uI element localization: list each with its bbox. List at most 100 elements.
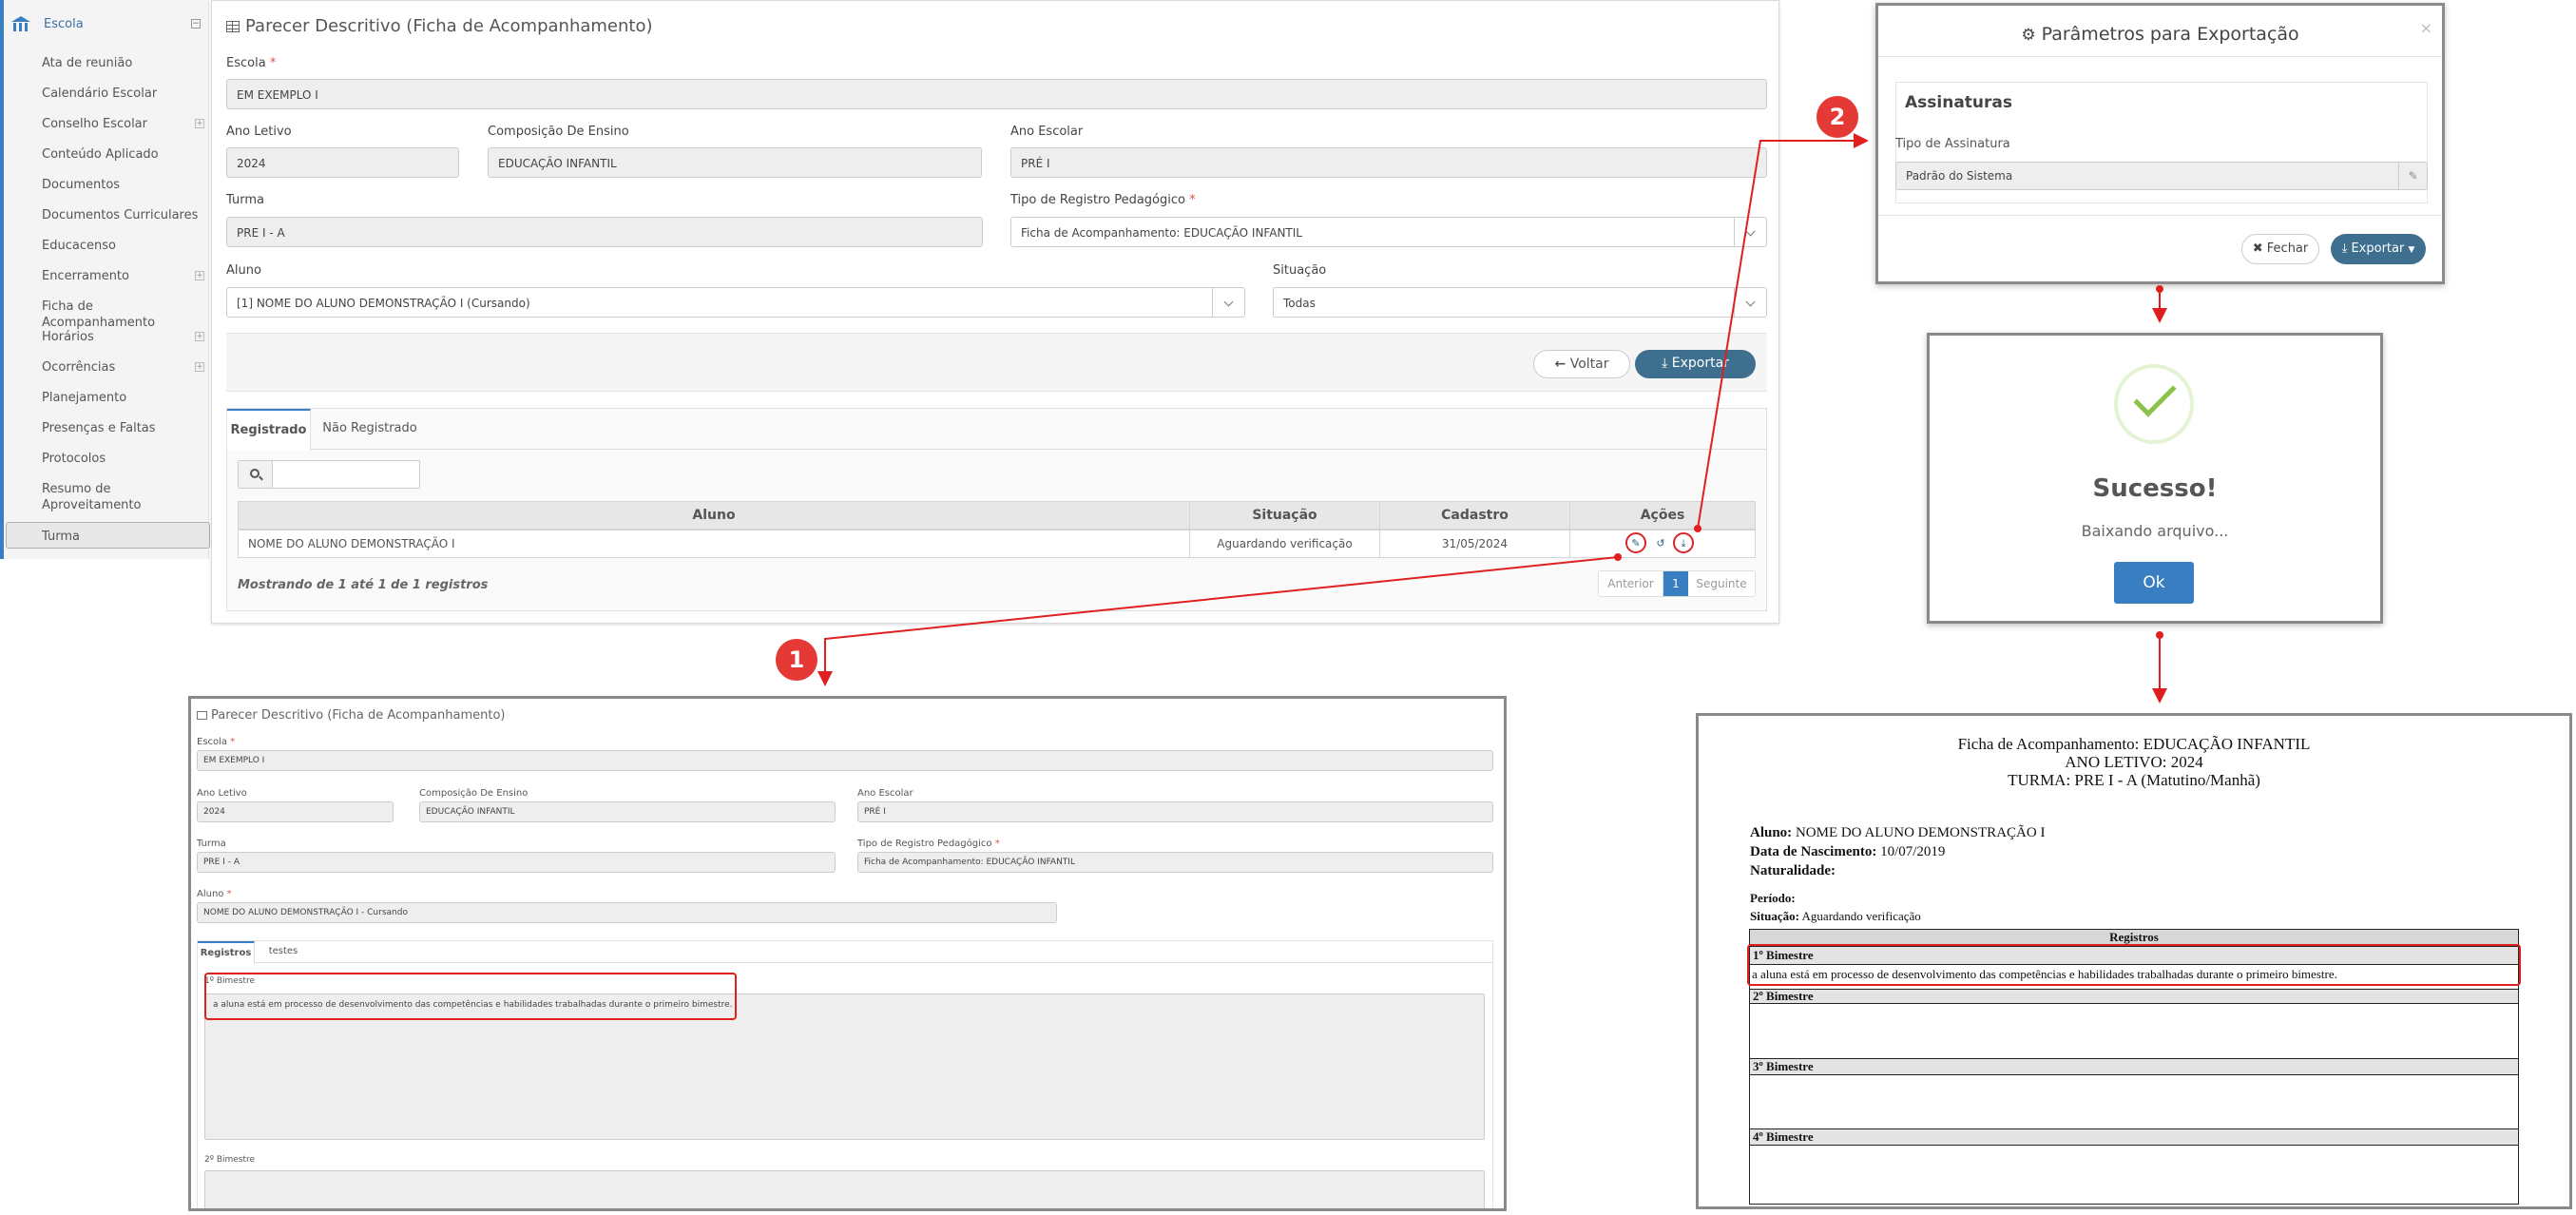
sidebar-item-label: Ata de reunião	[42, 56, 133, 70]
sidebar-item-label: Resumo de Aproveitamento	[42, 482, 142, 512]
sidebar-item-presencas-e-faltas[interactable]: Presenças e Faltas	[42, 420, 208, 436]
pdf-report: Ficha de Acompanhamento: EDUCAÇÃO INFANT…	[1696, 713, 2572, 1209]
pagination-next[interactable]: Seguinte	[1688, 571, 1755, 596]
collapse-icon[interactable]: −	[191, 19, 201, 29]
sidebar-item-educacenso[interactable]: Educacenso	[42, 238, 208, 254]
sidebar-item-conteudo-aplicado[interactable]: Conteúdo Aplicado	[42, 146, 208, 163]
voltar-button[interactable]: ← Voltar	[1533, 350, 1630, 378]
edit-icon[interactable]: ✎	[2398, 163, 2427, 189]
sidebar-item-conselho-escolar[interactable]: Conselho Escolar +	[42, 116, 208, 132]
aluno-value: [1] NOME DO ALUNO DEMONSTRAÇÃO I (Cursan…	[237, 297, 530, 310]
composicao-value: EDUCAÇÃO INFANTIL	[498, 157, 617, 170]
report-aluno-label: Aluno:	[1750, 825, 1793, 840]
modal-exportar-label: Exportar	[2351, 241, 2405, 256]
report-periodo-label: Período:	[1750, 891, 1796, 905]
detail-escola-label: Escola *	[197, 737, 236, 747]
report-nasc-value: 10/07/2019	[1880, 844, 1946, 859]
col-aluno[interactable]: Aluno	[239, 502, 1190, 529]
success-message: Baixando arquivo...	[2081, 522, 2229, 540]
exportar-label: Exportar	[1671, 356, 1729, 371]
detail-escola-field: EM EXEMPLO I	[197, 750, 1493, 771]
sidebar-item-calendario-escolar[interactable]: Calendário Escolar	[42, 86, 208, 102]
situacao-select[interactable]: Todas	[1273, 287, 1767, 318]
voltar-label: Voltar	[1569, 357, 1609, 372]
report-title: Ficha de Acompanhamento: EDUCAÇÃO INFANT…	[1699, 735, 2569, 789]
exportar-button[interactable]: ⤓ Exportar	[1635, 350, 1756, 378]
chevron-down-icon[interactable]	[1734, 218, 1766, 246]
escola-field: EM EXEMPLO I	[226, 79, 1767, 109]
sidebar-item-planejamento[interactable]: Planejamento	[42, 390, 208, 406]
sidebar-item-horarios[interactable]: Horários +	[42, 329, 208, 345]
aluno-select[interactable]: [1] NOME DO ALUNO DEMONSTRAÇÃO I (Cursan…	[226, 287, 1245, 318]
download-icon[interactable]: ⤓	[1673, 532, 1694, 553]
ano-escolar-field: PRÉ I	[1010, 147, 1767, 178]
detail-title: Parecer Descritivo (Ficha de Acompanhame…	[197, 708, 505, 723]
search-input[interactable]	[274, 461, 418, 488]
assinaturas-legend: Assinaturas	[1899, 86, 2018, 116]
ano-escolar-label: Ano Escolar	[1010, 125, 1084, 139]
col-cadastro[interactable]: Cadastro	[1380, 502, 1570, 529]
sidebar-header-escola[interactable]: Escola −	[11, 11, 206, 36]
sidebar-item-ocorrencias[interactable]: Ocorrências +	[42, 359, 208, 376]
sidebar-item-ata-de-reuniao[interactable]: Ata de reunião	[42, 55, 208, 71]
ok-button[interactable]: Ok	[2114, 562, 2194, 604]
page-title: Parecer Descritivo (Ficha de Acompanhame…	[226, 16, 653, 36]
report-nasc-label: Data de Nascimento:	[1750, 844, 1877, 859]
report-title-line3: TURMA: PRE I - A (Matutino/Manhã)	[2008, 771, 2260, 789]
sidebar-item-encerramento[interactable]: Encerramento +	[42, 268, 208, 284]
detail-ano-letivo-field: 2024	[197, 801, 394, 822]
detail-tab-testes[interactable]: testes	[260, 941, 307, 964]
tab-bar	[226, 408, 1767, 450]
fechar-label: Fechar	[2266, 241, 2309, 256]
download-icon: ⤓	[1662, 356, 1668, 371]
sidebar-item-ficha-de-acompanhamento[interactable]: Ficha de Acompanhamento	[42, 299, 208, 331]
detail-ano-escolar-value: PRÉ I	[864, 807, 886, 817]
report-bim2-header: 2º Bimestre	[1749, 989, 2519, 1004]
sidebar-item-turma[interactable]: Turma	[42, 529, 208, 545]
report-situacao-label: Situação:	[1750, 909, 1799, 923]
sidebar-item-label: Conteúdo Aplicado	[42, 147, 159, 162]
report-bim3-header: 3º Bimestre	[1749, 1058, 2519, 1075]
pagination-page[interactable]: 1	[1663, 571, 1688, 596]
detail-title-text: Parecer Descritivo (Ficha de Acompanhame…	[211, 708, 506, 723]
arrow-left-icon: ←	[1554, 357, 1567, 372]
expand-icon[interactable]: +	[195, 362, 204, 372]
sidebar-item-documentos-curriculares[interactable]: Documentos Curriculares	[42, 207, 208, 223]
sidebar-item-label: Planejamento	[42, 391, 127, 405]
sidebar-item-protocolos[interactable]: Protocolos	[42, 451, 208, 467]
detail-aluno-field: NOME DO ALUNO DEMONSTRAÇÃO I - Cursando	[197, 902, 1057, 923]
bim2-textarea[interactable]	[204, 1170, 1485, 1208]
fechar-button[interactable]: ✖ Fechar	[2241, 234, 2319, 264]
aluno-label: Aluno	[226, 263, 261, 278]
history-icon[interactable]: ↺	[1650, 534, 1671, 555]
chevron-down-icon[interactable]	[1734, 288, 1766, 317]
edit-icon[interactable]: ✎	[1625, 532, 1646, 553]
tipo-registro-select[interactable]: Ficha de Acompanhamento: EDUCAÇÃO INFANT…	[1010, 217, 1767, 247]
turma-label: Turma	[226, 193, 264, 207]
chevron-down-icon[interactable]	[1212, 288, 1244, 317]
close-icon: ✖	[2252, 241, 2263, 256]
table-info: Mostrando de 1 até 1 de 1 registros	[238, 578, 489, 592]
bim2-label: 2º Bimestre	[204, 1155, 256, 1165]
turma-value: PRE I - A	[237, 226, 285, 240]
page-title-text: Parecer Descritivo (Ficha de Acompanhame…	[245, 16, 653, 36]
detail-tipo-value: Ficha de Acompanhamento: EDUCAÇÃO INFANT…	[864, 858, 1075, 867]
pagination-prev[interactable]: Anterior	[1599, 571, 1663, 596]
tab-registrado[interactable]: Registrado	[227, 409, 311, 451]
sidebar-item-label: Documentos	[42, 178, 121, 192]
table-icon	[197, 711, 207, 720]
tab-label: Registrado	[230, 423, 307, 437]
expand-icon[interactable]: +	[195, 271, 204, 280]
tipo-assinatura-field[interactable]: Padrão do Sistema ✎	[1895, 162, 2428, 190]
modal-title: Parâmetros para Exportação	[2041, 24, 2299, 45]
composicao-field: EDUCAÇÃO INFANTIL	[488, 147, 982, 178]
detail-tab-registros[interactable]: Registros	[198, 941, 255, 964]
tab-nao-registrado[interactable]: Não Registrado	[318, 409, 421, 451]
expand-icon[interactable]: +	[195, 119, 204, 128]
close-icon[interactable]: ×	[2420, 19, 2432, 37]
col-situacao[interactable]: Situação	[1190, 502, 1380, 529]
sidebar-item-documentos[interactable]: Documentos	[42, 177, 208, 193]
expand-icon[interactable]: +	[195, 332, 204, 341]
modal-exportar-button[interactable]: ⤓ Exportar ▼	[2331, 234, 2426, 264]
sidebar-item-resumo-de-aproveitamento[interactable]: Resumo de Aproveitamento	[42, 481, 146, 513]
